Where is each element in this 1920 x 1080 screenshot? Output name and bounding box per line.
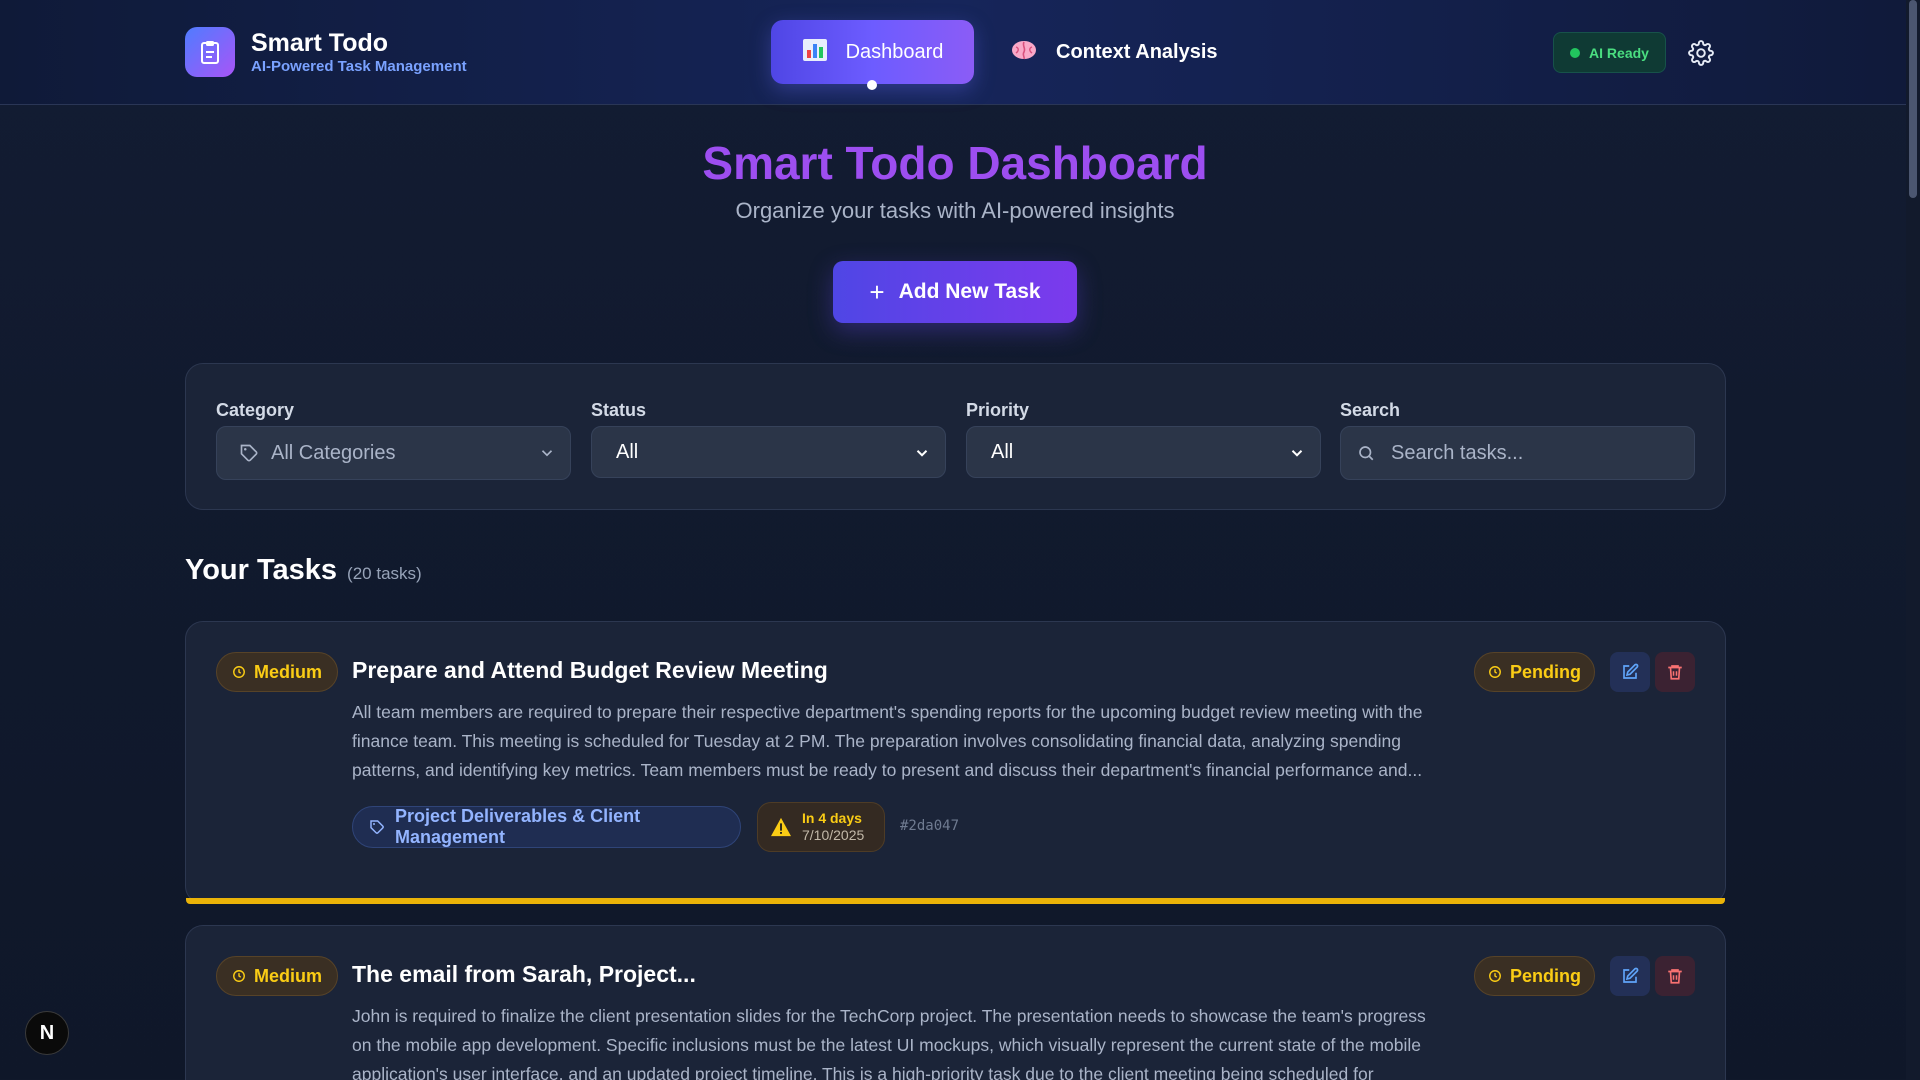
nav-tab-dashboard[interactable]: Dashboard (771, 20, 974, 84)
search-input[interactable]: Search tasks... (1340, 426, 1695, 480)
chevron-down-icon (1288, 444, 1306, 467)
plus-icon: + (869, 277, 885, 307)
category-filter-select[interactable]: All Categories (216, 426, 571, 480)
scrollbar-thumb[interactable] (1909, 0, 1917, 198)
status-label: Pending (1510, 661, 1581, 682)
category-chip: Project Deliverables & Client Management (352, 806, 741, 848)
status-filter-label: Status (591, 400, 647, 420)
active-tab-indicator (867, 80, 877, 90)
search-icon (1357, 444, 1375, 462)
edit-icon (1621, 967, 1639, 985)
top-header: Smart Todo AI-Powered Task Management Da… (0, 0, 1906, 105)
clock-icon (1488, 665, 1502, 679)
due-date-chip: In 4 days 7/10/2025 (757, 802, 885, 852)
category-filter-label: Category (216, 400, 295, 420)
status-filter-value: All (616, 440, 639, 463)
brand[interactable]: Smart Todo AI-Powered Task Management (185, 27, 467, 77)
add-new-task-button[interactable]: + Add New Task (833, 261, 1077, 323)
nextjs-dev-badge-icon[interactable]: N (25, 1011, 69, 1055)
tasks-count: (20 tasks) (347, 564, 422, 583)
category-label: Project Deliverables & Client Management (395, 806, 641, 847)
task-description: John is required to finalize the client … (352, 1006, 1426, 1080)
task-description: All team members are required to prepare… (352, 702, 1423, 780)
delete-task-button[interactable] (1655, 956, 1695, 996)
page-title: Smart Todo Dashboard (702, 137, 1208, 189)
priority-badge: Medium (216, 652, 338, 692)
status-dot-icon (1570, 47, 1581, 58)
edit-icon (1621, 663, 1639, 681)
task-title: The email from Sarah, Project... (352, 961, 696, 987)
clock-icon (1488, 969, 1502, 983)
status-badge: Pending (1474, 652, 1595, 692)
nav-tab-label: Dashboard (845, 40, 944, 63)
trash-icon (1666, 663, 1684, 681)
warning-icon (770, 817, 792, 837)
brand-subtitle: AI-Powered Task Management (251, 58, 467, 75)
tag-icon (369, 819, 385, 835)
nav-tab-context-analysis[interactable]: Context Analysis (1010, 20, 1222, 84)
brain-icon (1010, 38, 1038, 67)
task-id: #2da047 (900, 818, 960, 834)
trash-icon (1666, 967, 1684, 985)
search-placeholder: Search tasks... (1391, 441, 1524, 464)
due-relative: In 4 days (802, 810, 862, 826)
priority-filter-value: All (991, 440, 1014, 463)
status-filter-select[interactable]: All (591, 426, 946, 478)
ai-status-label: AI Ready (1589, 44, 1649, 61)
priority-filter-label: Priority (966, 400, 1030, 420)
delete-task-button[interactable] (1655, 652, 1695, 692)
status-label: Pending (1510, 965, 1581, 986)
bar-chart-icon (802, 38, 828, 67)
tasks-heading: Your Tasks (20 tasks) (185, 554, 422, 587)
task-title: Prepare and Attend Budget Review Meeting (352, 657, 828, 683)
priority-badge: Medium (216, 956, 338, 996)
chevron-down-icon (913, 444, 931, 467)
task-card[interactable]: Medium The email from Sarah, Project... … (185, 925, 1726, 1080)
settings-gear-icon[interactable] (1688, 40, 1714, 66)
edit-task-button[interactable] (1610, 956, 1650, 996)
clock-icon (232, 969, 246, 983)
tag-icon (239, 443, 259, 463)
page-subtitle: Organize your tasks with AI-powered insi… (735, 198, 1175, 223)
priority-filter-select[interactable]: All (966, 426, 1321, 478)
category-filter-value: All Categories (271, 441, 396, 464)
search-filter-label: Search (1340, 400, 1401, 420)
task-card[interactable]: Medium Prepare and Attend Budget Review … (185, 621, 1726, 904)
edit-task-button[interactable] (1610, 652, 1650, 692)
due-date: 7/10/2025 (802, 827, 865, 843)
priority-accent-bar (186, 898, 1725, 904)
brand-title: Smart Todo (251, 29, 389, 57)
clipboard-icon (185, 27, 235, 77)
nav-tab-label: Context Analysis (1056, 40, 1218, 63)
status-badge: Pending (1474, 956, 1595, 996)
clock-icon (232, 665, 246, 679)
chevron-down-icon (538, 444, 556, 467)
priority-label: Medium (253, 965, 322, 986)
priority-label: Medium (253, 661, 322, 682)
tasks-heading-title: Your Tasks (185, 554, 338, 586)
add-task-label: Add New Task (898, 280, 1041, 303)
ai-status-badge: AI Ready (1553, 32, 1666, 73)
